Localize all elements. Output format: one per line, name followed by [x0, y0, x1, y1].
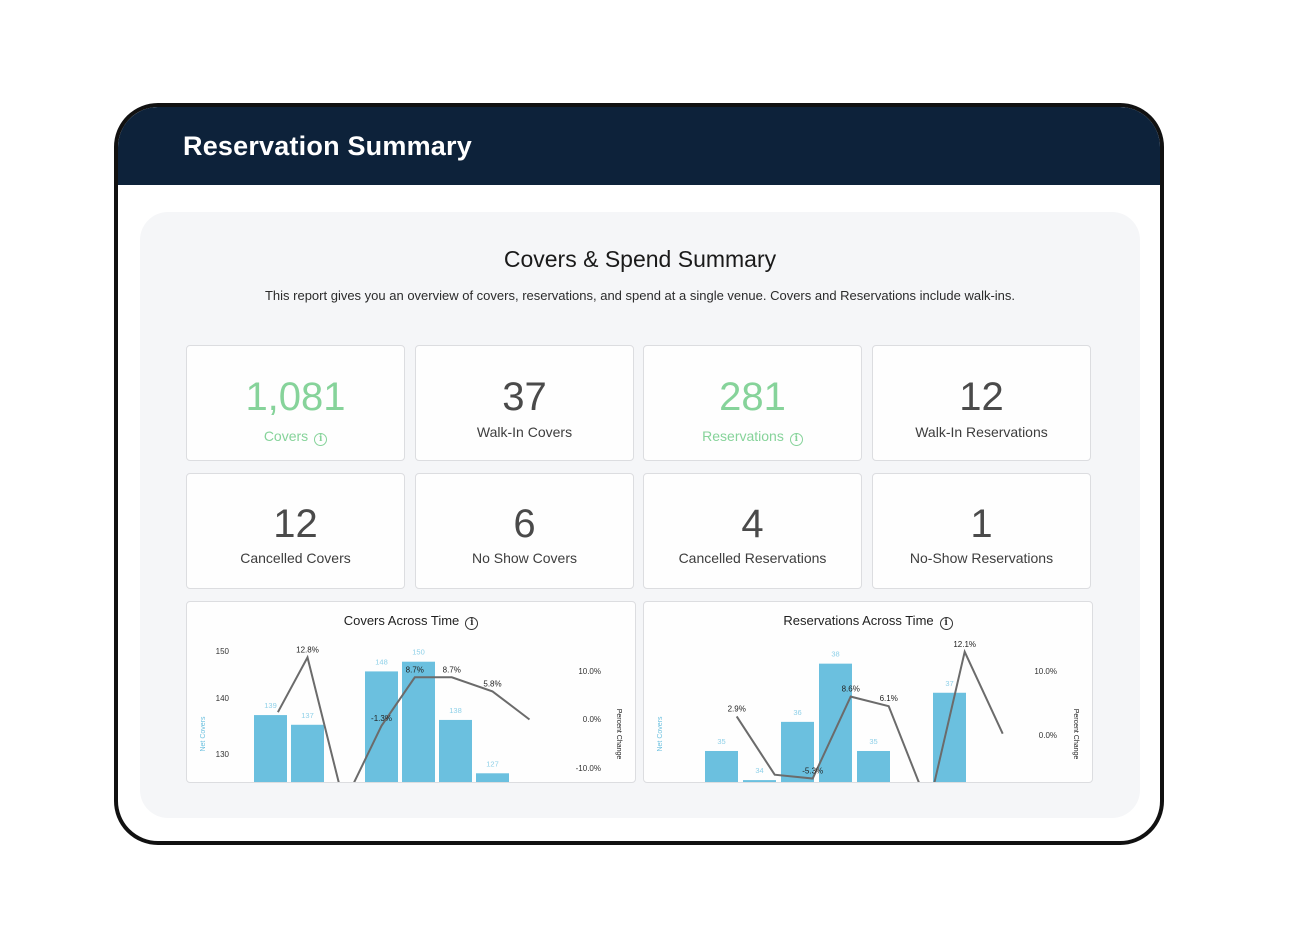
- bar-value-label: 139: [264, 701, 277, 710]
- metric-label: No Show Covers: [471, 550, 578, 566]
- metric-tile: 281 Reservations i: [643, 345, 862, 461]
- y2-tick-label: 10.0%: [1034, 667, 1057, 676]
- metric-label: Reservations: [702, 428, 784, 444]
- bar[interactable]: [476, 773, 509, 783]
- metric-tile: 37 Walk-In Covers: [415, 345, 634, 461]
- bar[interactable]: [705, 750, 738, 783]
- report-title: Covers & Spend Summary: [503, 246, 777, 272]
- metric-label: Walk-In Reservations: [915, 424, 1048, 440]
- line-point-label: 12.1%: [953, 640, 976, 649]
- bar-value-label: 150: [412, 648, 425, 657]
- metric-tile: 12 Walk-In Reservations: [872, 345, 1091, 461]
- app-header: Reservation Summary: [118, 107, 1160, 185]
- bar[interactable]: [743, 780, 776, 783]
- bar-value-label: 37: [945, 679, 953, 688]
- y-tick-label: 150: [216, 647, 230, 656]
- metric-label: No-Show Reservations: [909, 550, 1054, 566]
- line-point-label: 12.8%: [296, 645, 319, 654]
- metric-tile: 4 Cancelled Reservations: [643, 473, 862, 589]
- bar-value-label: 138: [449, 706, 462, 715]
- bar-value-label: 36: [793, 708, 801, 717]
- metric-value: 12: [273, 502, 318, 546]
- y-axis-label: Net Covers: [657, 716, 664, 752]
- metric-value: 1: [970, 502, 993, 546]
- y2-tick-label: 0.0%: [1039, 731, 1057, 740]
- bar[interactable]: [291, 724, 324, 783]
- bar-value-label: 137: [301, 711, 314, 720]
- line-point-label: 6.1%: [880, 694, 898, 703]
- line-point-label: 5.8%: [483, 679, 501, 688]
- report-panel: Covers & Spend Summary This report gives…: [140, 212, 1140, 818]
- metric-label: Walk-In Covers: [476, 424, 573, 440]
- info-circle-icon[interactable]: i: [789, 433, 803, 446]
- y2-axis-label: Percent Change: [1072, 709, 1079, 760]
- line-point-label: 8.7%: [406, 665, 424, 674]
- info-circle-icon[interactable]: i: [314, 433, 328, 446]
- y-tick-label: 130: [216, 750, 230, 759]
- report-description: This report gives you an overview of cov…: [264, 288, 1016, 303]
- y2-tick-label: 0.0%: [583, 715, 601, 724]
- metric-label: Cancelled Covers: [240, 550, 351, 566]
- metric-value: 12: [959, 375, 1004, 419]
- metric-value: 281: [719, 375, 786, 419]
- bar[interactable]: [857, 750, 890, 783]
- covers-across-time-chart: 150 140 130 10.0% 0.0% -10.0% Net Covers Percen…: [186, 601, 636, 783]
- bar[interactable]: [439, 719, 472, 783]
- bar-value-label: 127: [486, 759, 499, 768]
- line-point-label: 2.9%: [728, 704, 746, 713]
- y2-tick-label: -10.0%: [576, 764, 601, 773]
- window-frame: Reservation Summary Covers & Spend Summa…: [114, 103, 1164, 845]
- metric-tile: 6 No Show Covers: [415, 473, 634, 589]
- metric-tile: 1 No-Show Reservations: [872, 473, 1091, 589]
- metric-value: 1,081: [245, 375, 346, 419]
- info-circle-icon[interactable]: i: [939, 617, 953, 630]
- chart-title: Reservations Across Time: [783, 613, 934, 628]
- bar[interactable]: [254, 715, 287, 783]
- page-title: Reservation Summary: [183, 131, 472, 161]
- y2-tick-label: 10.0%: [578, 667, 601, 676]
- y-tick-label: 140: [216, 694, 230, 703]
- bar-value-label: 38: [831, 650, 839, 659]
- bar[interactable]: [402, 661, 435, 783]
- line-point-label: 8.6%: [842, 685, 860, 694]
- info-circle-icon[interactable]: i: [465, 617, 479, 630]
- metric-label: Covers: [263, 428, 309, 444]
- metric-value: 6: [513, 502, 536, 546]
- bar-value-label: 35: [869, 737, 877, 746]
- bar[interactable]: [819, 663, 852, 783]
- reservations-across-time-chart: 10.0% 0.0% Net Covers Percent Change 35 34 36 3…: [643, 601, 1093, 783]
- metric-value: 37: [502, 375, 547, 419]
- y-axis-label: Net Covers: [200, 716, 207, 752]
- bar-value-label: 148: [375, 657, 388, 666]
- metric-tile: 12 Cancelled Covers: [186, 473, 405, 589]
- line-point-label: -1.3%: [371, 714, 392, 723]
- line-point-label: -5.3%: [802, 767, 823, 776]
- bar-value-label: 34: [755, 766, 763, 775]
- bar-value-label: 35: [717, 737, 725, 746]
- metric-label: Cancelled Reservations: [678, 550, 827, 566]
- y2-axis-label: Percent Change: [615, 709, 622, 760]
- metric-value: 4: [741, 502, 764, 546]
- line-point-label: 8.7%: [443, 665, 461, 674]
- metric-tile: 1,081 Covers i: [186, 345, 405, 461]
- chart-title: Covers Across Time: [343, 613, 460, 628]
